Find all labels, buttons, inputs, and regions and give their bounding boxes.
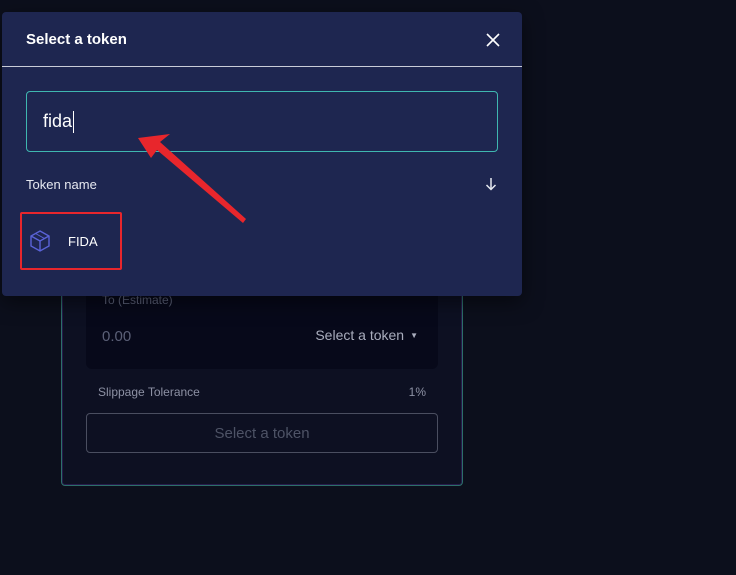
modal-header: Select a token bbox=[2, 12, 522, 67]
close-icon bbox=[486, 33, 500, 47]
cube-icon bbox=[28, 229, 52, 253]
text-cursor bbox=[73, 110, 75, 133]
modal-title: Select a token bbox=[26, 31, 127, 48]
caret-down-icon: ▼ bbox=[410, 330, 418, 340]
token-search-input[interactable]: fida bbox=[26, 91, 498, 152]
slippage-label: Slippage Tolerance bbox=[98, 385, 200, 399]
select-token-action-button[interactable]: Select a token bbox=[86, 413, 438, 453]
to-amount-value[interactable]: 0.00 bbox=[102, 328, 131, 345]
close-button[interactable] bbox=[483, 30, 503, 50]
slippage-value[interactable]: 1% bbox=[409, 385, 426, 399]
to-token-select-label: Select a token bbox=[315, 327, 405, 343]
token-name-fida: FIDA bbox=[68, 233, 98, 249]
to-token-select[interactable]: Select a token ▼ bbox=[315, 327, 418, 343]
select-token-modal: Select a token fida Token name FIDA bbox=[2, 12, 522, 296]
arrow-down-icon bbox=[485, 178, 497, 191]
token-name-column-header: Token name bbox=[26, 177, 97, 192]
token-search-value: fida bbox=[43, 111, 73, 131]
sort-button[interactable] bbox=[483, 175, 499, 193]
token-list-item-fida[interactable]: FIDA bbox=[20, 212, 122, 270]
